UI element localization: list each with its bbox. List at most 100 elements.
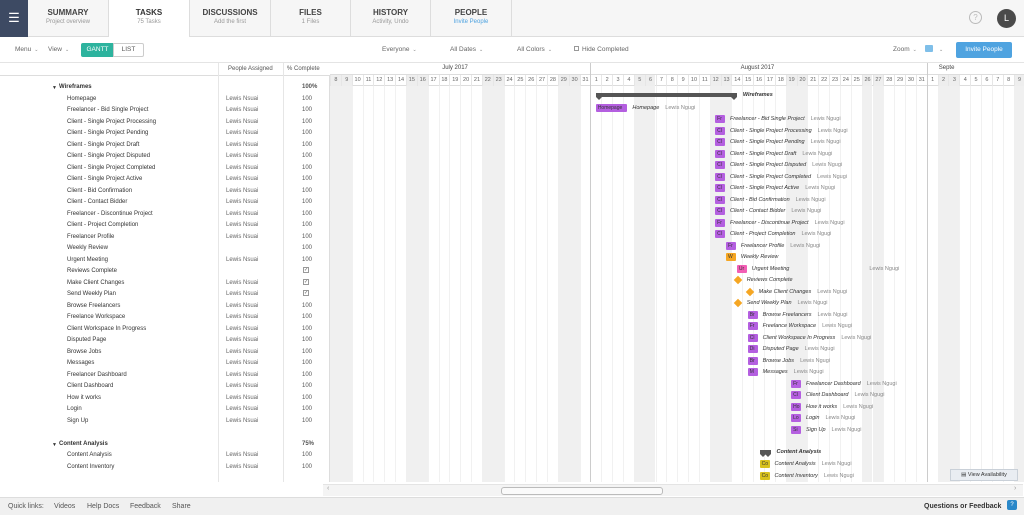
feedback-chat-icon[interactable]: ? <box>1007 500 1017 510</box>
horizontal-scrollbar[interactable] <box>323 484 1023 496</box>
invite-people-button[interactable]: Invite People <box>956 42 1012 58</box>
task-row[interactable]: Client - Bid Confirmation Lewis Nsuai 100 <box>0 186 330 198</box>
hamburger-icon[interactable]: ☰ <box>0 0 28 37</box>
task-bar[interactable]: Cl <box>715 184 726 192</box>
task-bar[interactable]: Fr <box>791 379 801 388</box>
checkbox-icon[interactable]: ✓ <box>303 290 309 296</box>
tab-tasks[interactable]: TASKS 75 Tasks <box>109 0 190 38</box>
task-row[interactable]: Sign Up Lewis Nsuai 100 <box>0 416 330 428</box>
task-bar[interactable]: Cl <box>747 333 758 342</box>
task-bar[interactable]: Homepage <box>595 103 628 112</box>
tab-discussions[interactable]: DISCUSSIONS Add the first <box>190 0 271 37</box>
task-row[interactable]: Login Lewis Nsuai 100 <box>0 404 330 416</box>
milestone-diamond[interactable] <box>733 275 742 285</box>
col-percent-complete[interactable]: % Complete <box>287 66 320 72</box>
col-people-assigned[interactable]: People Assigned <box>228 66 273 72</box>
task-bar[interactable]: Fr <box>715 218 726 227</box>
task-row[interactable]: Reviews Complete ✓ <box>0 266 330 278</box>
view-availability-button[interactable]: ▤ View Availability <box>950 469 1018 481</box>
group-summary-bar[interactable] <box>595 93 737 100</box>
feedback-link[interactable]: Feedback <box>130 503 161 510</box>
task-bar[interactable]: Cl <box>715 126 726 135</box>
task-row[interactable]: Urgent Meeting Lewis Nsuai 100 <box>0 255 330 267</box>
task-row[interactable]: Freelance Workspace Lewis Nsuai 100 <box>0 312 330 324</box>
scroll-right-icon[interactable]: › <box>1014 485 1016 492</box>
task-bar[interactable]: Di <box>747 345 758 353</box>
share-link[interactable]: Share <box>172 503 191 510</box>
task-row[interactable]: Client - Single Project Disputed Lewis Ns… <box>0 151 330 163</box>
chevron-down-icon[interactable]: ⌄ <box>936 46 943 53</box>
milestone-diamond[interactable] <box>733 298 742 308</box>
task-row[interactable] <box>0 427 330 439</box>
tab-history[interactable]: HISTORY Activity, Undo <box>351 0 431 37</box>
task-row[interactable]: Content Analysis Lewis Nsuai 100 <box>0 450 330 462</box>
task-bar[interactable]: Cl <box>715 207 726 215</box>
zoom-scale-icon[interactable] <box>925 45 933 52</box>
task-bar[interactable]: Fr <box>747 322 758 330</box>
menu-dropdown[interactable]: Menu ⌄ <box>15 46 38 53</box>
task-row[interactable]: Messages Lewis Nsuai 100 <box>0 358 330 370</box>
expand-caret-icon[interactable]: ▼ <box>52 442 57 448</box>
task-row[interactable]: Send Weekly Plan Lewis Nsuai ✓ <box>0 289 330 301</box>
checkbox-icon[interactable]: ✓ <box>303 267 309 273</box>
hide-completed-toggle[interactable]: Hide Completed <box>574 46 629 53</box>
task-row[interactable]: Client - Project Completion Lewis Nsuai 10… <box>0 220 330 232</box>
task-bar[interactable]: Fr <box>715 115 726 123</box>
task-bar[interactable]: Cl <box>715 161 726 169</box>
list-view-button[interactable]: LIST <box>113 43 144 57</box>
dates-filter[interactable]: All Dates ⌄ <box>450 46 483 53</box>
task-bar[interactable]: Cl <box>791 391 801 399</box>
task-row[interactable]: Client - Single Project Active Lewis Nsua… <box>0 174 330 186</box>
task-row[interactable]: Browse Freelancers Lewis Nsuai 100 <box>0 301 330 313</box>
expand-caret-icon[interactable]: ▼ <box>52 85 57 91</box>
task-bar[interactable]: Si <box>791 425 801 434</box>
group-summary-bar[interactable] <box>759 449 771 457</box>
gantt-view-button[interactable]: GANTT <box>81 43 114 57</box>
task-row[interactable]: Client - Single Project Completed Lewis N… <box>0 163 330 175</box>
task-row[interactable]: Freelancer Dashboard Lewis Nsuai 100 <box>0 370 330 382</box>
everyone-filter[interactable]: Everyone ⌄ <box>382 46 417 53</box>
zoom-dropdown[interactable]: Zoom ⌄ <box>893 46 917 53</box>
task-bar[interactable]: Ho <box>791 402 801 411</box>
task-row[interactable]: Disputed Page Lewis Nsuai 100 <box>0 335 330 347</box>
task-row[interactable]: Client Workspace In Progress Lewis Nsuai 1… <box>0 324 330 336</box>
help-icon[interactable]: ? <box>969 11 982 24</box>
task-bar[interactable]: W <box>726 253 736 261</box>
group-row[interactable]: ▼ Content Analysis 75% <box>0 439 330 451</box>
task-row[interactable]: Weekly Review 100 <box>0 243 330 255</box>
colors-filter[interactable]: All Colors ⌄ <box>517 46 552 53</box>
task-bar[interactable]: Cl <box>715 195 726 204</box>
task-row[interactable]: Content Inventory Lewis Nsuai 100 <box>0 462 330 474</box>
task-bar[interactable]: Cl <box>715 149 726 158</box>
task-bar[interactable]: Co <box>759 460 770 468</box>
task-bar[interactable]: Cl <box>715 172 726 181</box>
scrollbar-thumb[interactable] <box>501 487 663 495</box>
task-row[interactable]: Make Client Changes Lewis Nsuai ✓ <box>0 278 330 290</box>
task-bar[interactable]: M <box>747 368 758 376</box>
group-row[interactable]: ▼ Wireframes 100% <box>0 82 330 94</box>
task-row[interactable]: Client - Contact Bidder Lewis Nsuai 100 <box>0 197 330 209</box>
task-row[interactable]: Client - Single Project Processing Lewis … <box>0 117 330 129</box>
task-row[interactable]: Client Dashboard Lewis Nsuai 100 <box>0 381 330 393</box>
task-bar[interactable]: Fr <box>726 241 736 250</box>
questions-feedback-link[interactable]: Questions or Feedback <box>924 503 1001 510</box>
checkbox-icon[interactable]: ✓ <box>303 278 309 285</box>
scroll-left-icon[interactable]: ‹ <box>327 485 329 492</box>
task-row[interactable]: Client - Single Project Draft Lewis Nsuai… <box>0 140 330 152</box>
tab-summary[interactable]: SUMMARY Project overview <box>28 0 109 37</box>
avatar[interactable]: L <box>997 9 1016 28</box>
help-docs-link[interactable]: Help Docs <box>87 503 119 510</box>
videos-link[interactable]: Videos <box>54 503 75 510</box>
task-bar[interactable]: Cl <box>715 230 726 238</box>
task-bar[interactable]: Br <box>747 356 758 365</box>
task-bar[interactable]: Cl <box>715 138 726 146</box>
tab-files[interactable]: FILES 1 Files <box>271 0 351 37</box>
task-bar[interactable]: Ur <box>736 264 747 273</box>
task-row[interactable]: Browse Jobs Lewis Nsuai 100 <box>0 347 330 359</box>
task-row[interactable]: Freelancer - Bid Single Project Lewis Nsu… <box>0 105 330 117</box>
task-row[interactable]: Client - Single Project Pending Lewis Nsu… <box>0 128 330 140</box>
task-row[interactable]: Homepage Lewis Nsuai 100 <box>0 94 330 106</box>
task-bar[interactable]: Br <box>747 310 758 319</box>
view-dropdown[interactable]: View ⌄ <box>48 46 69 53</box>
task-bar[interactable]: Lo <box>791 414 801 422</box>
